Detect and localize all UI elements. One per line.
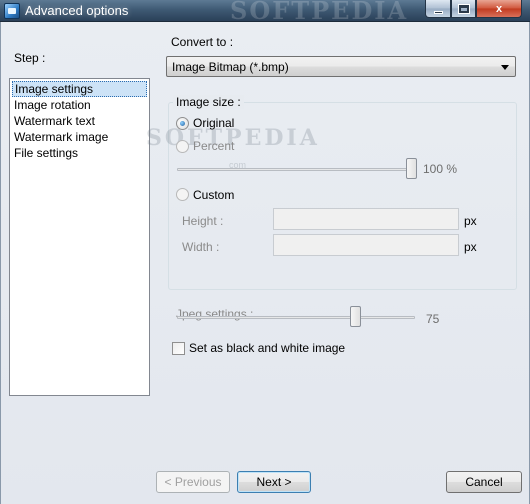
step-item-file-settings[interactable]: File settings [12, 145, 78, 161]
convert-to-value: Image Bitmap (*.bmp) [172, 60, 289, 74]
cancel-button[interactable]: Cancel [446, 471, 522, 493]
jpeg-value: 75 [426, 312, 440, 326]
custom-radio[interactable] [176, 188, 189, 201]
app-icon [4, 3, 20, 19]
percent-radio[interactable] [176, 140, 189, 153]
jpeg-slider-track[interactable] [177, 316, 415, 319]
height-input[interactable] [273, 208, 459, 230]
step-item-watermark-text[interactable]: Watermark text [12, 113, 95, 129]
image-size-title: Image size : [173, 95, 244, 109]
percent-slider-track[interactable] [177, 168, 415, 171]
height-label: Height : [182, 214, 224, 228]
next-button[interactable]: Next > [237, 471, 311, 493]
width-unit: px [464, 240, 477, 254]
step-item-image-settings[interactable]: Image settings [12, 81, 147, 97]
black-white-checkbox[interactable] [172, 342, 185, 355]
close-icon: x [495, 2, 503, 15]
chevron-down-icon [501, 65, 509, 70]
percent-slider-thumb[interactable] [406, 158, 417, 179]
convert-to-label: Convert to : [171, 35, 234, 49]
original-radio[interactable] [176, 117, 189, 130]
step-item-watermark-image[interactable]: Watermark image [12, 129, 108, 145]
step-item-image-rotation[interactable]: Image rotation [12, 97, 91, 113]
title-bar[interactable]: Advanced options SOFTPEDIA x [0, 0, 530, 25]
percent-label: Percent [193, 139, 235, 153]
black-white-label[interactable]: Set as black and white image [189, 341, 345, 355]
width-label: Width : [182, 240, 220, 254]
width-input[interactable] [273, 234, 459, 256]
step-label: Step : [14, 51, 46, 65]
minimize-icon [433, 10, 443, 14]
previous-button[interactable]: < Previous [156, 471, 230, 493]
jpeg-slider-thumb[interactable] [350, 306, 361, 327]
custom-label: Custom [193, 188, 235, 202]
dialog-body: Step : Image settings Image rotation Wat… [0, 22, 530, 504]
maximize-icon [458, 4, 469, 13]
height-unit: px [464, 214, 477, 228]
window-title: Advanced options [25, 3, 129, 18]
minimize-button[interactable] [425, 0, 451, 18]
close-button[interactable]: x [476, 0, 522, 18]
original-label: Original [193, 116, 235, 130]
step-list[interactable]: Image settings Image rotation Watermark … [9, 78, 150, 396]
convert-to-dropdown[interactable]: Image Bitmap (*.bmp) [166, 56, 516, 77]
percent-value: 100 % [423, 162, 458, 176]
maximize-button[interactable] [451, 0, 476, 18]
